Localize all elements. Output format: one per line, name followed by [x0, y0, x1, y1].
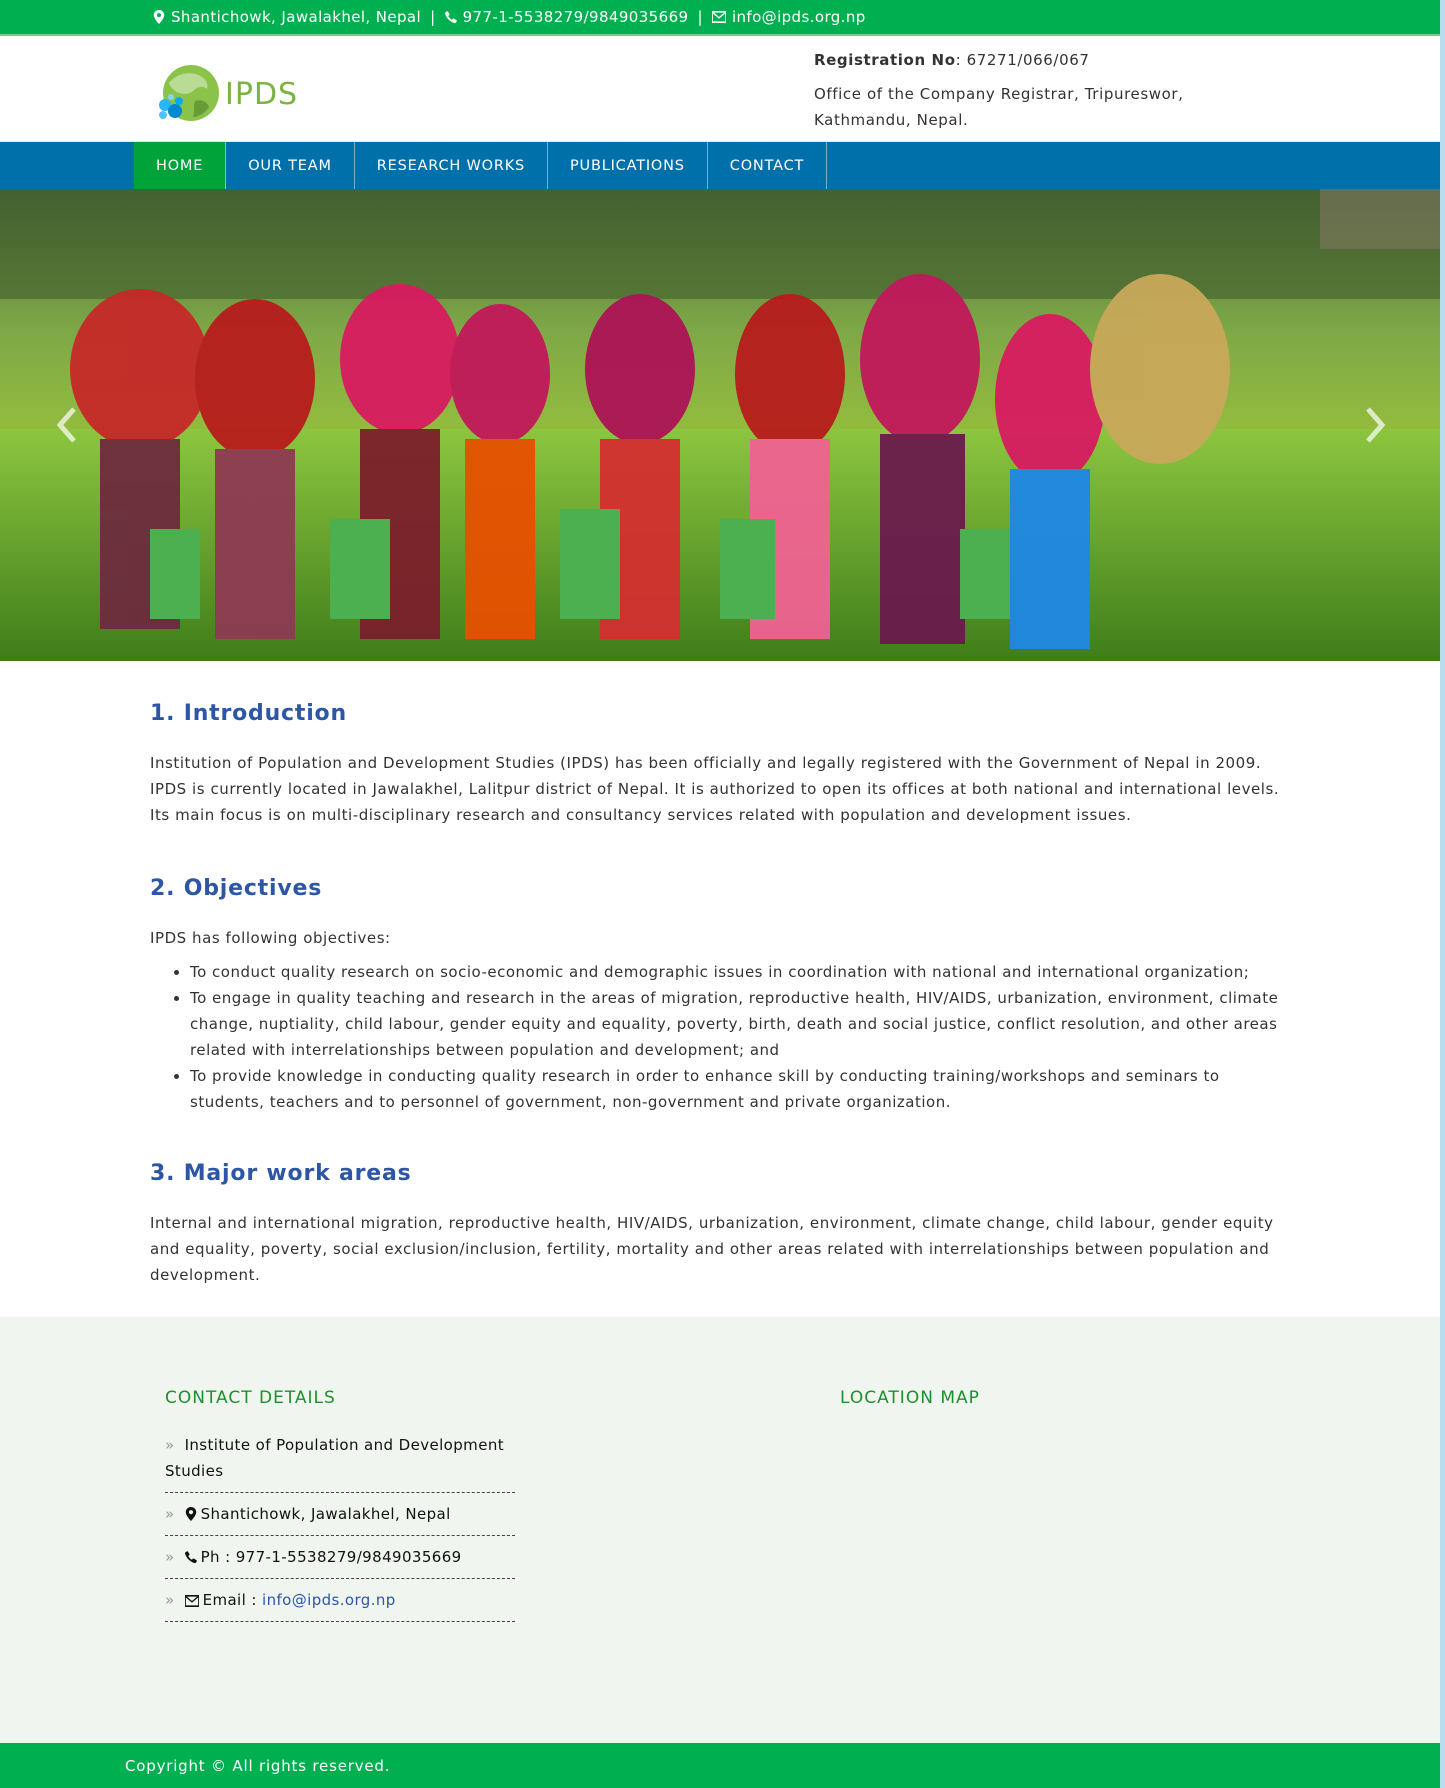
email-label: Email : [202, 1591, 257, 1609]
copyright-bar: Copyright © All rights reserved. [0, 1743, 1440, 1788]
topbar-email[interactable]: info@ipds.org.np [711, 8, 866, 26]
map-marker-icon [185, 1507, 196, 1521]
email-link[interactable]: info@ipds.org.np [262, 1591, 396, 1609]
scrollbar-track[interactable] [1440, 0, 1445, 1788]
org-name-text: Institute of Population and Development … [165, 1436, 505, 1480]
registration-line: Registration No: 67271/066/067 [814, 47, 1194, 73]
topbar-phone-text: 977-1-5538279/9849035669 [462, 8, 689, 26]
work-areas-text: Internal and international migration, re… [150, 1214, 1274, 1284]
objectives-list: To conduct quality research on socio-eco… [150, 959, 1290, 1115]
topbar-separator: | [697, 8, 703, 26]
top-contact-bar: Shantichowk, Jawalakhel, Nepal | 977-1-5… [0, 0, 1440, 36]
site-header: IPDS Registration No: 67271/066/067 Offi… [0, 36, 1440, 142]
topbar-address: Shantichowk, Jawalakhel, Nepal [153, 8, 421, 26]
nav-item-publications[interactable]: PUBLICATIONS [548, 142, 708, 189]
globe-logo-icon [159, 65, 219, 121]
hero-photo-women-planting-rice [0, 189, 1440, 661]
phone-icon [444, 11, 457, 24]
bullet: » [165, 1548, 175, 1566]
contact-phone: » Ph : 977-1-5538279/9849035669 [165, 1536, 515, 1579]
objectives-heading: 2. Objectives [150, 876, 323, 901]
carousel-prev-chevron-left-icon[interactable] [52, 405, 82, 445]
objectives-lead: IPDS has following objectives: [150, 929, 391, 947]
objectives-section: 2. Objectives IPDS has following objecti… [150, 876, 1290, 1115]
registration-label: Registration No [814, 51, 956, 69]
location-map: LOCATION MAP [840, 1388, 980, 1424]
address-text: Shantichowk, Jawalakhel, Nepal [200, 1505, 451, 1523]
contact-details: CONTACT DETAILS » Institute of Population… [165, 1388, 515, 1622]
footer-contact-area: CONTACT DETAILS » Institute of Population… [0, 1317, 1440, 1743]
logo-text: IPDS [225, 76, 299, 112]
bullet: » [165, 1436, 175, 1454]
envelope-icon [183, 1594, 200, 1608]
location-map-heading: LOCATION MAP [840, 1388, 980, 1408]
introduction-heading: 1. Introduction [150, 701, 347, 726]
topbar-separator: | [430, 8, 436, 26]
nav-item-contact[interactable]: CONTACT [708, 142, 828, 189]
topbar-email-text[interactable]: info@ipds.org.np [732, 8, 866, 26]
contact-org-name: » Institute of Population and Development… [165, 1424, 515, 1493]
bullet: » [165, 1591, 175, 1609]
topbar-address-text: Shantichowk, Jawalakhel, Nepal [171, 8, 422, 26]
map-marker-icon [153, 10, 165, 24]
contact-email: » Email : info@ipds.org.np [165, 1579, 515, 1622]
main-navigation: HOME OUR TEAM RESEARCH WORKS PUBLICATION… [0, 142, 1440, 189]
list-item: To conduct quality research on socio-eco… [190, 959, 1290, 985]
registrar-office: Office of the Company Registrar, Tripure… [814, 85, 1184, 129]
work-areas-section: 3. Major work areas Internal and interna… [150, 1161, 1290, 1288]
topbar-phone: 977-1-5538279/9849035669 [444, 8, 689, 26]
envelope-icon [711, 11, 726, 23]
registration-info: Registration No: 67271/066/067 Office of… [814, 47, 1194, 133]
work-areas-heading: 3. Major work areas [150, 1161, 412, 1186]
contact-details-heading: CONTACT DETAILS [165, 1388, 336, 1408]
bullet: » [165, 1505, 175, 1523]
list-item: To provide knowledge in conducting quali… [190, 1063, 1290, 1115]
carousel-next-chevron-right-icon[interactable] [1360, 405, 1390, 445]
phone-icon [184, 1551, 197, 1564]
contact-address: » Shantichowk, Jawalakhel, Nepal [165, 1493, 515, 1536]
phone-text: Ph : 977-1-5538279/9849035669 [200, 1548, 462, 1566]
registration-number: : 67271/066/067 [955, 51, 1090, 69]
hero-carousel [0, 189, 1440, 661]
list-item: To engage in quality teaching and resear… [190, 985, 1290, 1063]
copyright-text: Copyright © All rights reserved. [125, 1756, 391, 1775]
introduction-section: 1. Introduction Institution of Populatio… [150, 701, 1290, 828]
nav-item-our-team[interactable]: OUR TEAM [226, 142, 355, 189]
main-content: 1. Introduction Institution of Populatio… [0, 661, 1440, 1288]
nav-item-home[interactable]: HOME [134, 142, 227, 189]
nav-item-research-works[interactable]: RESEARCH WORKS [355, 142, 549, 189]
introduction-text: Institution of Population and Developmen… [150, 754, 1280, 824]
site-logo[interactable]: IPDS [155, 63, 298, 125]
